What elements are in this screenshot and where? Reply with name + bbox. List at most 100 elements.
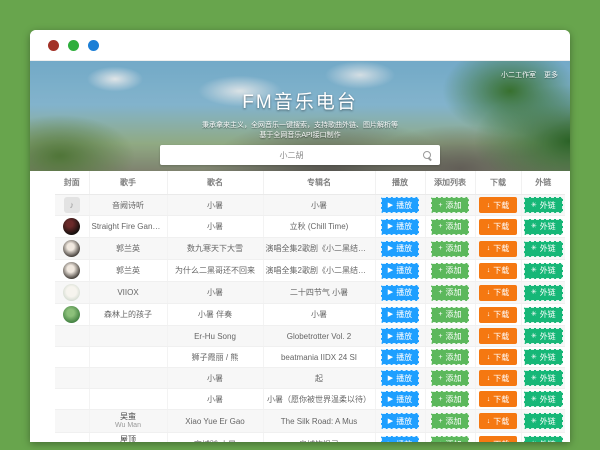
minimize-button[interactable] (68, 40, 79, 51)
external-link-button-cell: ✳外链 (521, 216, 565, 238)
add-to-list-button-label: 添加 (446, 416, 462, 427)
external-link-button-cell: ✳外链 (521, 304, 565, 326)
play-button[interactable]: ▶播放 (381, 436, 419, 442)
external-link-button-cell: ✳外链 (521, 389, 565, 410)
download-button-cell: ↓下载 (475, 238, 521, 260)
download-button[interactable]: ↓下载 (479, 197, 517, 213)
table-row: 小暑起▶播放+添加↓下载✳外链 (55, 368, 565, 389)
search-input[interactable] (160, 150, 423, 161)
add-to-list-button[interactable]: +添加 (431, 370, 469, 386)
window-titlebar (30, 30, 570, 61)
external-link-button-label: 外链 (540, 309, 556, 320)
external-link-button[interactable]: ✳外链 (524, 219, 563, 235)
col-header-link: 外链 (521, 171, 565, 195)
add-icon: + (438, 333, 442, 340)
external-link-button[interactable]: ✳外链 (524, 370, 563, 386)
search-icon[interactable] (423, 151, 432, 160)
add-to-list-button[interactable]: +添加 (431, 328, 469, 344)
play-button[interactable]: ▶播放 (381, 349, 419, 365)
external-link-button[interactable]: ✳外链 (524, 328, 563, 344)
play-button-cell: ▶播放 (375, 282, 425, 304)
add-to-list-button[interactable]: +添加 (431, 197, 469, 213)
external-link-button[interactable]: ✳外链 (524, 436, 563, 442)
play-button[interactable]: ▶播放 (381, 413, 419, 429)
play-button-cell: ▶播放 (375, 216, 425, 238)
play-button[interactable]: ▶播放 (381, 263, 419, 279)
play-button[interactable]: ▶播放 (381, 219, 419, 235)
external-link-button[interactable]: ✳外链 (524, 241, 563, 257)
external-link-button[interactable]: ✳外链 (524, 285, 563, 301)
play-button[interactable]: ▶播放 (381, 241, 419, 257)
add-to-list-button[interactable]: +添加 (431, 285, 469, 301)
download-icon: ↓ (487, 202, 491, 209)
external-link-button-label: 外链 (540, 373, 556, 384)
play-button[interactable]: ▶播放 (381, 370, 419, 386)
maximize-button[interactable] (88, 40, 99, 51)
add-to-list-button[interactable]: +添加 (431, 413, 469, 429)
download-button[interactable]: ↓下载 (479, 219, 517, 235)
play-button[interactable]: ▶播放 (381, 197, 419, 213)
download-button[interactable]: ↓下载 (479, 307, 517, 323)
external-link-button[interactable]: ✳外链 (524, 349, 563, 365)
col-header-album: 专辑名 (263, 171, 375, 195)
download-button[interactable]: ↓下载 (479, 413, 517, 429)
download-button[interactable]: ↓下载 (479, 241, 517, 257)
download-button-cell: ↓下载 (475, 195, 521, 216)
song-artist-cell: 郭兰英 (89, 238, 167, 260)
add-to-list-button-cell: +添加 (425, 368, 475, 389)
add-to-list-button[interactable]: +添加 (431, 349, 469, 365)
add-to-list-button-label: 添加 (446, 221, 462, 232)
download-button-cell: ↓下载 (475, 389, 521, 410)
add-to-list-button-cell: +添加 (425, 260, 475, 282)
add-to-list-button-label: 添加 (446, 439, 462, 443)
page-subtitle: 秉承拿来主义，全网音乐一键搜索，支持歌曲外链、图片解析等 基于全网音乐API接口… (30, 121, 570, 141)
download-button[interactable]: ↓下载 (479, 370, 517, 386)
add-to-list-button-label: 添加 (446, 200, 462, 211)
table-row: ♪音阙诗听小暑小暑▶播放+添加↓下载✳外链 (55, 195, 565, 216)
download-button[interactable]: ↓下载 (479, 328, 517, 344)
download-icon: ↓ (487, 245, 491, 252)
play-button[interactable]: ▶播放 (381, 285, 419, 301)
download-button-cell: ↓下载 (475, 410, 521, 433)
download-button[interactable]: ↓下载 (479, 436, 517, 442)
download-button-cell: ↓下载 (475, 304, 521, 326)
download-button-label: 下载 (493, 352, 509, 363)
link-icon: ✳ (531, 441, 537, 443)
download-button[interactable]: ↓下载 (479, 263, 517, 279)
external-link-button[interactable]: ✳外链 (524, 391, 563, 407)
download-button-label: 下载 (493, 394, 509, 405)
add-to-list-button[interactable]: +添加 (431, 219, 469, 235)
add-to-list-button[interactable]: +添加 (431, 307, 469, 323)
play-button[interactable]: ▶播放 (381, 328, 419, 344)
download-button[interactable]: ↓下载 (479, 285, 517, 301)
song-name-cell: 小暑 (167, 195, 263, 216)
add-to-list-button[interactable]: +添加 (431, 263, 469, 279)
play-button-cell: ▶播放 (375, 326, 425, 347)
download-button-cell: ↓下载 (475, 216, 521, 238)
external-link-button-label: 外链 (540, 352, 556, 363)
nav-link-more[interactable]: 更多 (544, 70, 558, 80)
close-button[interactable] (48, 40, 59, 51)
external-link-button-label: 外链 (540, 394, 556, 405)
external-link-button-cell: ✳外链 (521, 195, 565, 216)
add-to-list-button[interactable]: +添加 (431, 241, 469, 257)
play-button[interactable]: ▶播放 (381, 391, 419, 407)
external-link-button-cell: ✳外链 (521, 238, 565, 260)
download-icon: ↓ (487, 223, 491, 230)
song-cover-cell (55, 368, 89, 389)
nav-link-studio[interactable]: 小二工作室 (501, 70, 536, 80)
external-link-button[interactable]: ✳外链 (524, 307, 563, 323)
play-button-cell: ▶播放 (375, 368, 425, 389)
external-link-button[interactable]: ✳外链 (524, 263, 563, 279)
play-button[interactable]: ▶播放 (381, 307, 419, 323)
download-button[interactable]: ↓下载 (479, 349, 517, 365)
link-icon: ✳ (531, 245, 537, 252)
add-to-list-button[interactable]: +添加 (431, 436, 469, 442)
col-header-artist: 歌手 (89, 171, 167, 195)
external-link-button[interactable]: ✳外链 (524, 413, 563, 429)
add-to-list-button-label: 添加 (446, 287, 462, 298)
download-button[interactable]: ↓下载 (479, 391, 517, 407)
song-artist-cell: VIIOX (89, 282, 167, 304)
external-link-button[interactable]: ✳外链 (524, 197, 563, 213)
add-to-list-button[interactable]: +添加 (431, 391, 469, 407)
